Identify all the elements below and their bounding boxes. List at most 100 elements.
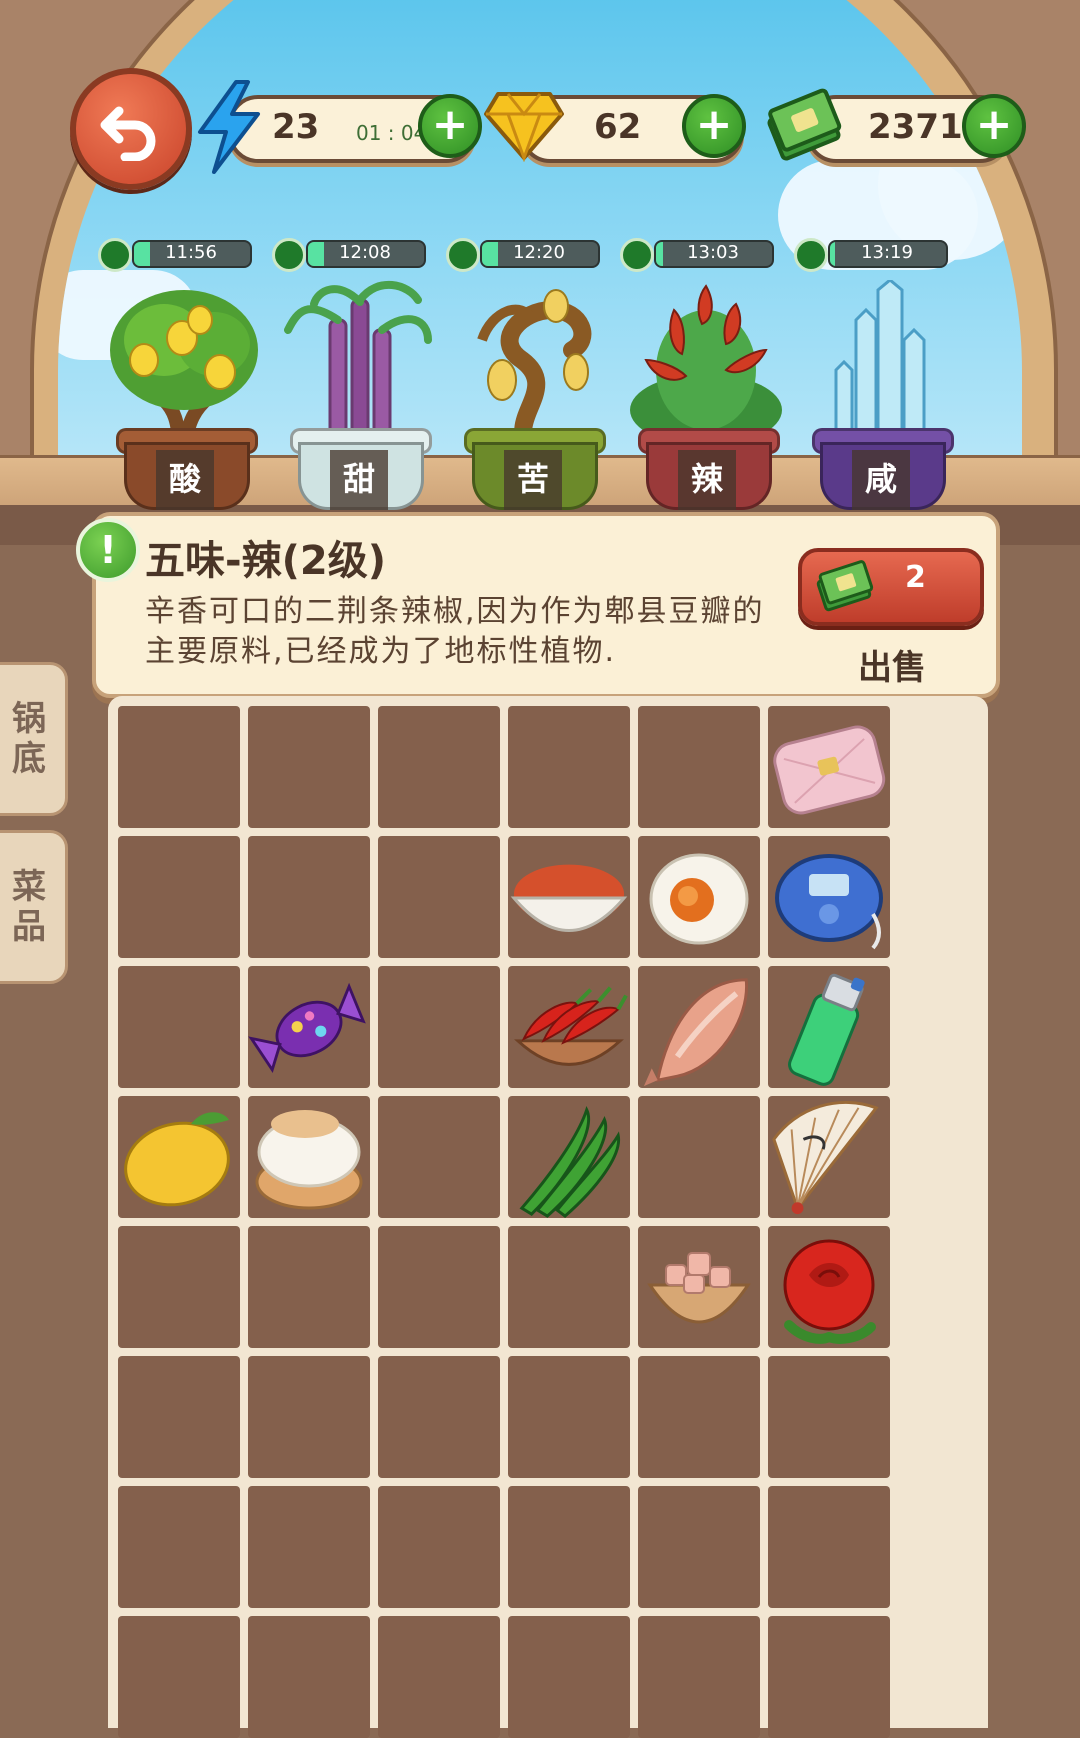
clock-icon — [794, 238, 828, 272]
inventory-slot[interactable] — [508, 1356, 630, 1478]
inventory-slot[interactable] — [118, 1616, 240, 1738]
dried-fish-icon — [638, 970, 760, 1088]
inventory-slot[interactable] — [248, 1486, 370, 1608]
inventory-slot[interactable] — [768, 1226, 890, 1348]
add-gem-button[interactable]: + — [682, 94, 746, 158]
flavor-label: 酸 — [156, 450, 214, 510]
sell-label[interactable]: 出售 — [858, 640, 926, 689]
cream-puff-icon — [248, 1100, 370, 1218]
inventory-slot[interactable] — [118, 1096, 240, 1218]
sell-button[interactable] — [798, 548, 984, 626]
cash-icon — [816, 560, 874, 612]
inventory-slot[interactable] — [638, 1486, 760, 1608]
plant-timer: 12:20 — [446, 238, 606, 272]
back-button[interactable] — [70, 68, 192, 190]
inventory-slot[interactable] — [378, 1226, 500, 1348]
inventory-slot[interactable] — [508, 1096, 630, 1218]
folding-fan-icon — [768, 1100, 890, 1218]
inventory-slot[interactable] — [768, 836, 890, 958]
inventory-slot[interactable] — [768, 1356, 890, 1478]
gem-value: 62 — [594, 107, 642, 147]
tab-hotpot-base-label-bottom: 底 — [12, 739, 46, 779]
diced-meat-bowl-icon — [638, 1230, 760, 1348]
tab-hotpot-base[interactable]: 锅 底 — [0, 662, 68, 816]
inventory-slot[interactable] — [508, 706, 630, 828]
tab-dishes-label-top: 菜 — [12, 867, 46, 907]
inventory-slot[interactable] — [508, 1616, 630, 1738]
energy-value: 23 — [272, 107, 320, 147]
flavor-label: 甜 — [330, 450, 388, 510]
lightning-icon — [198, 80, 260, 174]
sell-price: 2 — [905, 560, 926, 595]
plant-timer-text: 12:20 — [513, 242, 565, 263]
inventory-slot[interactable] — [508, 1486, 630, 1608]
inventory-slot[interactable] — [378, 1616, 500, 1738]
inventory-slot[interactable] — [118, 836, 240, 958]
inventory-slot[interactable] — [248, 706, 370, 828]
cd-player-icon — [768, 840, 890, 958]
inventory-slot[interactable] — [768, 706, 890, 828]
inventory-slot[interactable] — [508, 1226, 630, 1348]
plant-chili-plant[interactable]: 辣 — [626, 280, 786, 510]
inventory-slot[interactable] — [378, 706, 500, 828]
inventory-slot[interactable] — [768, 1616, 890, 1738]
inventory-slot[interactable] — [118, 1486, 240, 1608]
inventory-slot[interactable] — [248, 1096, 370, 1218]
inventory-slot[interactable] — [248, 1616, 370, 1738]
plant-timer: 13:19 — [794, 238, 954, 272]
red-rose-icon — [768, 1230, 890, 1348]
plant-sugarcane[interactable]: 甜 — [278, 280, 438, 510]
inventory-slot[interactable] — [508, 966, 630, 1088]
clock-icon — [272, 238, 306, 272]
inventory-slot[interactable] — [118, 706, 240, 828]
add-energy-button[interactable]: + — [418, 94, 482, 158]
plant-timer: 13:03 — [620, 238, 780, 272]
inventory-slot[interactable] — [118, 1226, 240, 1348]
inventory-slot[interactable] — [768, 1096, 890, 1218]
plant-timer: 11:56 — [98, 238, 258, 272]
inventory-slot[interactable] — [378, 1096, 500, 1218]
inventory-slot[interactable] — [118, 1356, 240, 1478]
inventory-slot[interactable] — [508, 836, 630, 958]
clock-icon — [446, 238, 480, 272]
salted-egg-icon — [638, 840, 760, 958]
item-title: 五味-辣(2级) — [145, 538, 386, 584]
inventory-slot[interactable] — [248, 1226, 370, 1348]
pink-purse-icon — [768, 710, 890, 828]
add-cash-button[interactable]: + — [962, 94, 1026, 158]
plant-timer-text: 13:03 — [687, 242, 739, 263]
inventory-slot[interactable] — [248, 1356, 370, 1478]
flavor-label: 苦 — [504, 450, 562, 510]
clock-icon — [98, 238, 132, 272]
gem-icon — [484, 92, 564, 162]
inventory-slot[interactable] — [638, 1096, 760, 1218]
plant-lemon-tree[interactable]: 酸 — [104, 280, 264, 510]
inventory-slot[interactable] — [378, 1486, 500, 1608]
lighter-icon — [768, 970, 890, 1088]
inventory-slot[interactable] — [768, 966, 890, 1088]
info-icon: ! — [76, 518, 140, 582]
clock-icon — [620, 238, 654, 272]
inventory-slot[interactable] — [638, 1616, 760, 1738]
red-chili-bowl-icon — [508, 970, 630, 1088]
inventory-slot[interactable] — [638, 706, 760, 828]
inventory-slot[interactable] — [248, 836, 370, 958]
inventory-slot[interactable] — [118, 966, 240, 1088]
inventory-slot[interactable] — [248, 966, 370, 1088]
inventory-slot[interactable] — [638, 966, 760, 1088]
green-chili-icon — [508, 1100, 630, 1218]
inventory-slot[interactable] — [378, 1356, 500, 1478]
item-description: 辛香可口的二荆条辣椒,因为作为郫县豆瓣的主要原料,已经成为了地标性植物. — [145, 594, 765, 669]
plant-salt-crystal[interactable]: 咸 — [800, 278, 960, 510]
inventory-slot[interactable] — [378, 836, 500, 958]
plant-timer: 12:08 — [272, 238, 432, 272]
inventory-slot[interactable] — [638, 1226, 760, 1348]
inventory-slot[interactable] — [638, 1356, 760, 1478]
flavor-label: 咸 — [852, 450, 910, 510]
tab-dishes[interactable]: 菜 品 — [0, 830, 68, 984]
plant-timer-text: 12:08 — [339, 242, 391, 263]
inventory-slot[interactable] — [638, 836, 760, 958]
inventory-slot[interactable] — [378, 966, 500, 1088]
inventory-slot[interactable] — [768, 1486, 890, 1608]
plant-bitter-melon-vine[interactable]: 苦 — [452, 280, 612, 510]
